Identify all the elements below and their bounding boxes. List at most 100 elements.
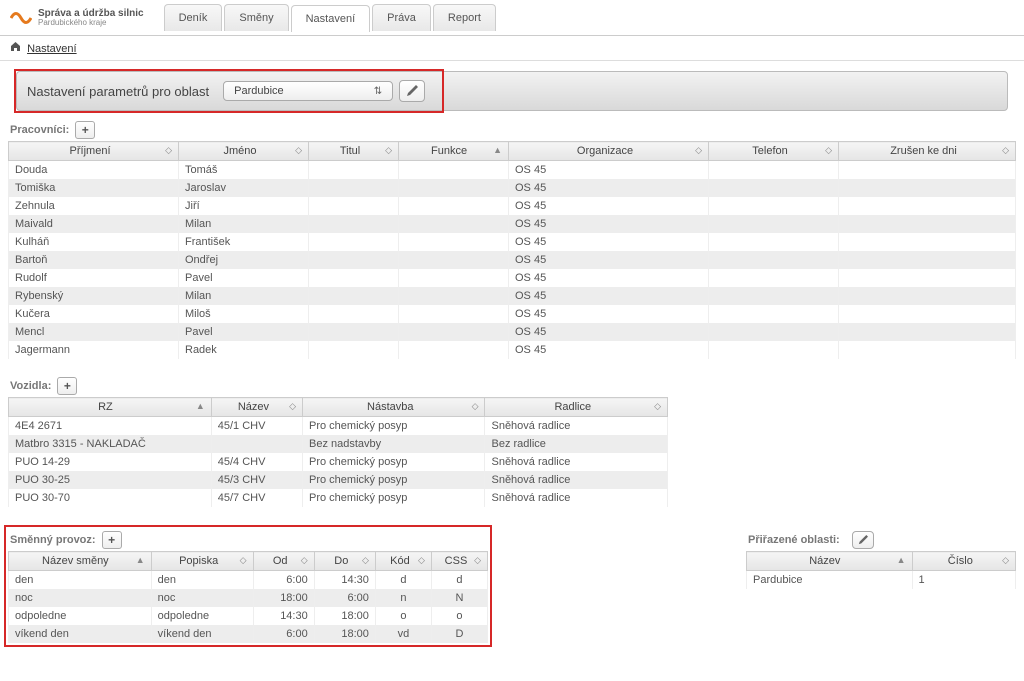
col-header[interactable]: Od◇ [253,552,314,571]
table-row[interactable]: PUO 14-2945/4 CHVPro chemický posypSněho… [9,453,668,471]
cell: 18:00 [314,607,375,625]
app-root: { "logo": { "line1": "Správa a údržba si… [0,0,1024,681]
col-header[interactable]: Název▲ [747,552,913,571]
table-row[interactable]: DoudaTomášOS 45 [9,161,1016,180]
col-header[interactable]: Číslo◇ [912,552,1015,571]
cell: Pavel [179,269,309,287]
tab-report[interactable]: Report [433,4,496,31]
cell [399,179,509,197]
cell: OS 45 [509,233,709,251]
vehicles-table: RZ▲Název◇Nástavba◇Radlice◇4E4 267145/1 C… [8,397,668,507]
cell: OS 45 [509,305,709,323]
updown-icon: ⇅ [374,86,382,97]
table-row[interactable]: 4E4 267145/1 CHVPro chemický posypSněhov… [9,417,668,436]
cell [709,287,839,305]
edit-region-button[interactable] [399,80,425,102]
tab-nastavení[interactable]: Nastavení [291,5,371,32]
cell: Rybenský [9,287,179,305]
tab-deník[interactable]: Deník [164,4,223,31]
section-title-bar: Nastavení parametrů pro oblast Pardubice… [16,71,1008,111]
table-row[interactable]: RudolfPavel OS 45 [9,269,1016,287]
cell: Sněhová radlice [485,489,668,507]
col-header[interactable]: Zrušen ke dni◇ [839,142,1016,161]
col-header[interactable]: Organizace◇ [509,142,709,161]
cell: d [431,571,487,590]
table-row[interactable]: MaivaldMilanOS 45 [9,215,1016,233]
col-header[interactable]: Do◇ [314,552,375,571]
col-header[interactable]: Kód◇ [375,552,431,571]
table-row[interactable]: odpoledneodpoledne14:3018:00oo [9,607,488,625]
table-row[interactable]: PUO 30-7045/7 CHVPro chemický posypSněho… [9,489,668,507]
tab-práva[interactable]: Práva [372,4,431,31]
cell: Sněhová radlice [485,471,668,489]
table-row[interactable]: PUO 30-2545/3 CHVPro chemický posypSněho… [9,471,668,489]
breadcrumb: Nastavení [0,36,1024,61]
cell [839,287,1016,305]
cell: Rudolf [9,269,179,287]
region-select-value: Pardubice [234,85,284,97]
cell [839,197,1016,215]
cell [399,323,509,341]
table-row[interactable]: KučeraMilošOS 45 [9,305,1016,323]
cell: odpoledne [151,607,253,625]
region-select[interactable]: Pardubice ⇅ [223,81,393,101]
cell: 6:00 [253,625,314,643]
cell [709,251,839,269]
logo-icon [10,9,32,27]
cell [839,269,1016,287]
table-row[interactable]: Pardubice1 [747,571,1016,590]
sort-icon: ◇ [1002,145,1009,156]
edit-areas-button[interactable] [852,531,874,549]
cell [709,269,839,287]
cell: Pavel [179,323,309,341]
cell [839,215,1016,233]
sort-icon: ◇ [695,145,702,156]
table-row[interactable]: ZehnulaJiříOS 45 [9,197,1016,215]
breadcrumb-link[interactable]: Nastavení [27,43,77,55]
col-header[interactable]: Jméno◇ [179,142,309,161]
tab-směny[interactable]: Směny [224,4,288,31]
cell [309,197,399,215]
table-row[interactable]: denden6:0014:30dd [9,571,488,590]
sort-icon: ◇ [418,555,425,566]
add-shift-button[interactable]: + [102,531,122,549]
table-row[interactable]: RybenskýMilanOS 45 [9,287,1016,305]
cell [709,323,839,341]
cell [709,341,839,359]
cell: 45/3 CHV [211,471,302,489]
col-header[interactable]: Příjmení◇ [9,142,179,161]
table-row[interactable]: TomiškaJaroslavOS 45 [9,179,1016,197]
cell [309,215,399,233]
col-header[interactable]: Název◇ [211,398,302,417]
col-header[interactable]: Název směny▲ [9,552,152,571]
cell [309,287,399,305]
add-worker-button[interactable]: + [75,121,95,139]
col-header[interactable]: Radlice◇ [485,398,668,417]
col-header[interactable]: Funkce▲ [399,142,509,161]
sort-icon: ◇ [289,401,296,412]
cell: OS 45 [509,269,709,287]
table-row[interactable]: nocnoc18:006:00nN [9,589,488,607]
col-header[interactable]: CSS◇ [431,552,487,571]
table-row[interactable]: JagermannRadekOS 45 [9,341,1016,359]
col-header[interactable]: Nástavba◇ [303,398,485,417]
sort-asc-icon: ▲ [493,145,502,155]
table-row[interactable]: Matbro 3315 - NAKLADAČBez nadstavbyBez r… [9,435,668,453]
table-row[interactable]: BartoňOndřejOS 45 [9,251,1016,269]
col-header[interactable]: Telefon◇ [709,142,839,161]
table-row[interactable]: víkend denvíkend den6:0018:00vdD [9,625,488,643]
cell [399,233,509,251]
cell: víkend den [151,625,253,643]
col-header[interactable]: Popiska◇ [151,552,253,571]
cell: 1 [912,571,1015,590]
cell [399,305,509,323]
cell: PUO 30-25 [9,471,212,489]
add-vehicle-button[interactable]: + [57,377,77,395]
cell [839,251,1016,269]
cell: Pro chemický posyp [303,453,485,471]
cell: Bartoň [9,251,179,269]
table-row[interactable]: MenclPavelOS 45 [9,323,1016,341]
col-header[interactable]: Titul◇ [309,142,399,161]
table-row[interactable]: KulháňFrantišekOS 45 [9,233,1016,251]
col-header[interactable]: RZ▲ [9,398,212,417]
